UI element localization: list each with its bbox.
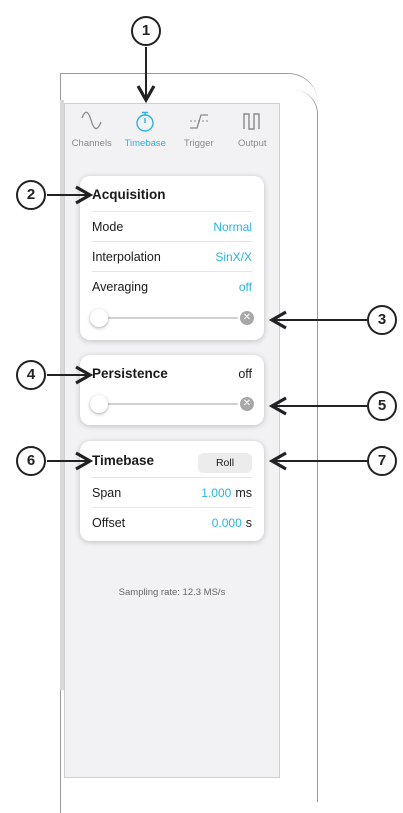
- callout-arrows: [47, 47, 367, 471]
- callout-2: 2: [16, 180, 46, 210]
- callout-4: 4: [16, 360, 46, 390]
- callout-7: 7: [367, 446, 397, 476]
- callout-3: 3: [367, 305, 397, 335]
- callout-1: 1: [131, 16, 161, 46]
- callout-5: 5: [367, 391, 397, 421]
- callout-6: 6: [16, 446, 46, 476]
